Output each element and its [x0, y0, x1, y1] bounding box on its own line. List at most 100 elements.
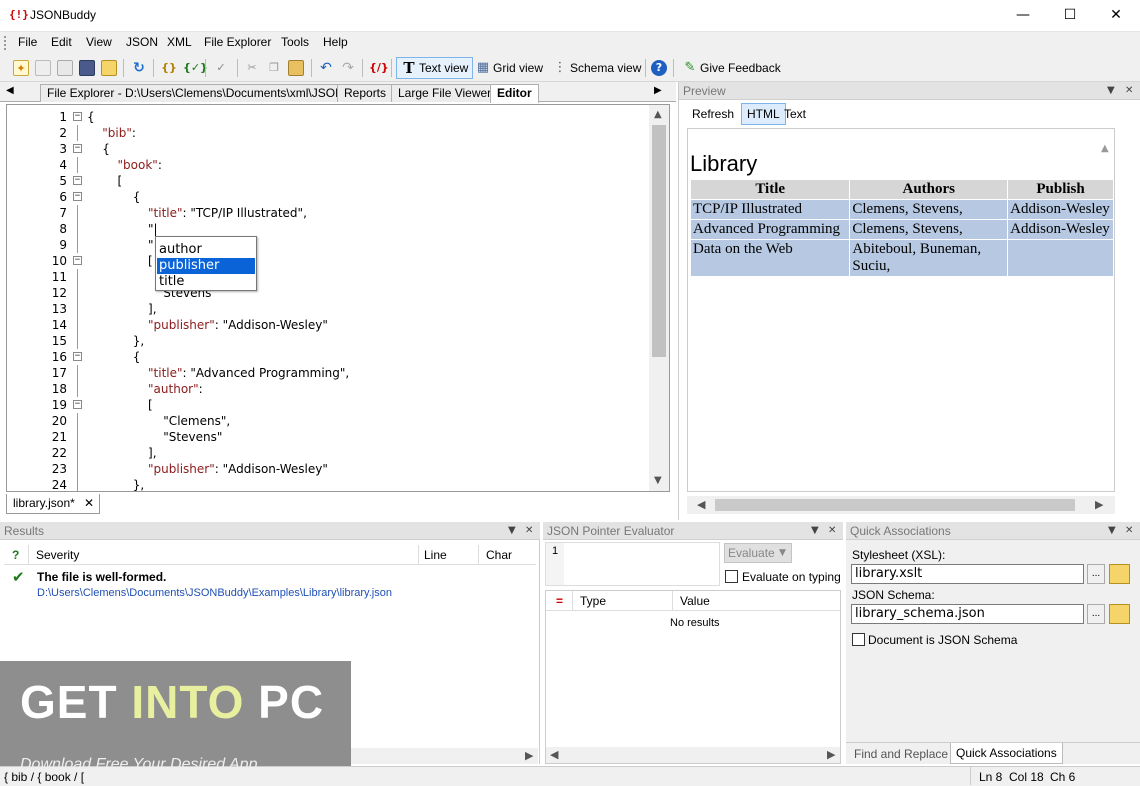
code-line[interactable]: 7 "title": "TCP/IP Illustrated",	[7, 205, 647, 221]
autocomplete-item-title[interactable]: title	[157, 274, 255, 290]
preview-close-icon[interactable]: ✕	[1125, 82, 1133, 100]
grid-view-button[interactable]: ▦ Grid view	[470, 57, 548, 79]
results-col-char[interactable]: Char	[486, 545, 512, 565]
code-line[interactable]: 1−{	[7, 109, 647, 125]
preview-text-button[interactable]: Text	[778, 103, 812, 125]
results-scroll-right-icon[interactable]: ▶	[525, 749, 533, 762]
code-line[interactable]: 9 "	[7, 237, 647, 253]
preview-scroll-right-icon[interactable]: ▶	[1095, 498, 1103, 511]
doc-is-schema-checkbox[interactable]	[852, 633, 865, 646]
new-file-icon[interactable]: ✦	[13, 60, 29, 76]
preview-hscroll-thumb[interactable]	[715, 499, 1075, 511]
cut-icon[interactable]: ✂	[244, 60, 260, 76]
code-line[interactable]: 3− {	[7, 141, 647, 157]
code-line[interactable]: 11	[7, 269, 647, 285]
preview-scroll-up-icon[interactable]: ▲	[1101, 143, 1109, 154]
json-pointer-dropdown-icon[interactable]: ▼	[811, 522, 819, 540]
preview-dropdown-icon[interactable]: ▼	[1107, 82, 1115, 100]
results-col-status[interactable]: ?	[12, 545, 19, 565]
file-tab-close-icon[interactable]: ✕	[84, 494, 94, 512]
new-template-icon[interactable]	[35, 60, 51, 76]
tab-editor[interactable]: Editor	[490, 84, 539, 103]
autocomplete-item-publisher[interactable]: publisher	[156, 257, 256, 275]
code-line[interactable]: 6− {	[7, 189, 647, 205]
quick-dropdown-icon[interactable]: ▼	[1108, 522, 1116, 540]
code-line[interactable]: 23 "publisher": "Addison-Wesley"	[7, 461, 647, 477]
check-icon[interactable]: ✓	[213, 60, 229, 76]
minimize-button[interactable]: —	[1000, 0, 1046, 31]
jp-scroll-right-icon[interactable]: ▶	[827, 748, 835, 761]
stylesheet-open-folder-icon[interactable]	[1109, 564, 1130, 584]
refresh-icon[interactable]: ↻	[131, 60, 147, 76]
code-line[interactable]: 10− [	[7, 253, 647, 269]
schema-open-folder-icon[interactable]	[1109, 604, 1130, 624]
menu-help[interactable]: Help	[323, 35, 348, 49]
fold-toggle-icon[interactable]: −	[73, 176, 82, 185]
undo-icon[interactable]: ↶	[318, 60, 334, 76]
preview-scroll-left-icon[interactable]: ◀	[697, 498, 705, 511]
code-line[interactable]: 22 ],	[7, 445, 647, 461]
jp-scroll-left-icon[interactable]: ◀	[550, 748, 558, 761]
open-folder-icon[interactable]	[57, 60, 73, 76]
editor-vertical-scrollbar[interactable]: ▲ ▼	[649, 105, 669, 491]
evaluate-on-typing-checkbox[interactable]	[725, 570, 738, 583]
stylesheet-browse-button[interactable]: ...	[1087, 564, 1105, 584]
fold-toggle-icon[interactable]: −	[73, 256, 82, 265]
tab-large-file-viewer[interactable]: Large File Viewer	[391, 84, 499, 102]
code-line[interactable]: 19− [	[7, 397, 647, 413]
results-message[interactable]: The file is well-formed.	[37, 570, 166, 584]
schema-view-button[interactable]: ⋮ Schema view	[547, 57, 646, 79]
menu-xml[interactable]: XML	[167, 35, 192, 49]
maximize-button[interactable]: ☐	[1047, 0, 1093, 31]
file-tab-library-json[interactable]: library.json* ✕	[6, 494, 100, 514]
stylesheet-input[interactable]: library.xslt	[851, 564, 1084, 584]
tab-find-and-replace[interactable]: Find and Replace	[850, 745, 952, 764]
results-col-severity[interactable]: Severity	[36, 545, 79, 565]
json-pointer-close-icon[interactable]: ✕	[828, 522, 836, 540]
tabs-scroll-right-icon[interactable]: ▶	[654, 85, 662, 96]
menu-json[interactable]: JSON	[126, 35, 158, 49]
code-line[interactable]: 16− {	[7, 349, 647, 365]
code-editor[interactable]: 1−{2 "bib": 3− {4 "book": 5− [6− {7 "title…	[6, 104, 670, 492]
schema-browse-button[interactable]: ...	[1087, 604, 1105, 624]
validate-icon[interactable]: {✓}	[183, 60, 208, 76]
jp-col-equals[interactable]: =	[556, 591, 563, 611]
code-line[interactable]: 17 "title": "Advanced Programming",	[7, 365, 647, 381]
code-line[interactable]: 24 },	[7, 477, 647, 491]
help-icon[interactable]: ?	[651, 60, 667, 76]
preview-horizontal-scrollbar[interactable]: ◀ ▶	[687, 496, 1115, 514]
open-icon[interactable]	[101, 60, 117, 76]
code-line[interactable]: 18 "author":	[7, 381, 647, 397]
copy-icon[interactable]: ❐	[266, 60, 282, 76]
paste-icon[interactable]	[288, 60, 304, 76]
fold-toggle-icon[interactable]: −	[73, 112, 82, 121]
code-line[interactable]: 20 "Clemens",	[7, 413, 647, 429]
menu-tools[interactable]: Tools	[281, 35, 309, 49]
autocomplete-item-author[interactable]: author	[157, 242, 255, 258]
code-line[interactable]: 15 },	[7, 333, 647, 349]
code-line[interactable]: 5− [	[7, 173, 647, 189]
tab-quick-associations[interactable]: Quick Associations	[950, 743, 1063, 764]
fold-toggle-icon[interactable]: −	[73, 144, 82, 153]
tabs-scroll-left-icon[interactable]: ◀	[6, 85, 14, 96]
results-close-icon[interactable]: ✕	[525, 522, 533, 540]
menu-edit[interactable]: Edit	[51, 35, 72, 49]
fold-toggle-icon[interactable]: −	[73, 400, 82, 409]
code-line[interactable]: 8 "|	[7, 221, 647, 237]
fold-toggle-icon[interactable]: −	[73, 192, 82, 201]
jp-horizontal-scrollbar[interactable]: ◀ ▶	[546, 747, 840, 763]
scroll-up-icon[interactable]: ▲	[654, 109, 662, 120]
fold-toggle-icon[interactable]: −	[73, 352, 82, 361]
close-button[interactable]: ✕	[1093, 0, 1139, 31]
code-line[interactable]: 2 "bib":	[7, 125, 647, 141]
results-dropdown-icon[interactable]: ▼	[508, 522, 516, 540]
save-icon[interactable]	[79, 60, 95, 76]
quick-close-icon[interactable]: ✕	[1125, 522, 1133, 540]
scroll-thumb[interactable]	[652, 125, 666, 357]
results-horizontal-scrollbar[interactable]: ▶	[350, 748, 538, 764]
text-view-button[interactable]: T Text view	[396, 57, 474, 79]
code-line[interactable]: 12 Stevens	[7, 285, 647, 301]
code-line[interactable]: 21 "Stevens"	[7, 429, 647, 445]
evaluate-dropdown-icon[interactable]: ▼	[779, 544, 786, 562]
scroll-down-icon[interactable]: ▼	[654, 475, 662, 486]
